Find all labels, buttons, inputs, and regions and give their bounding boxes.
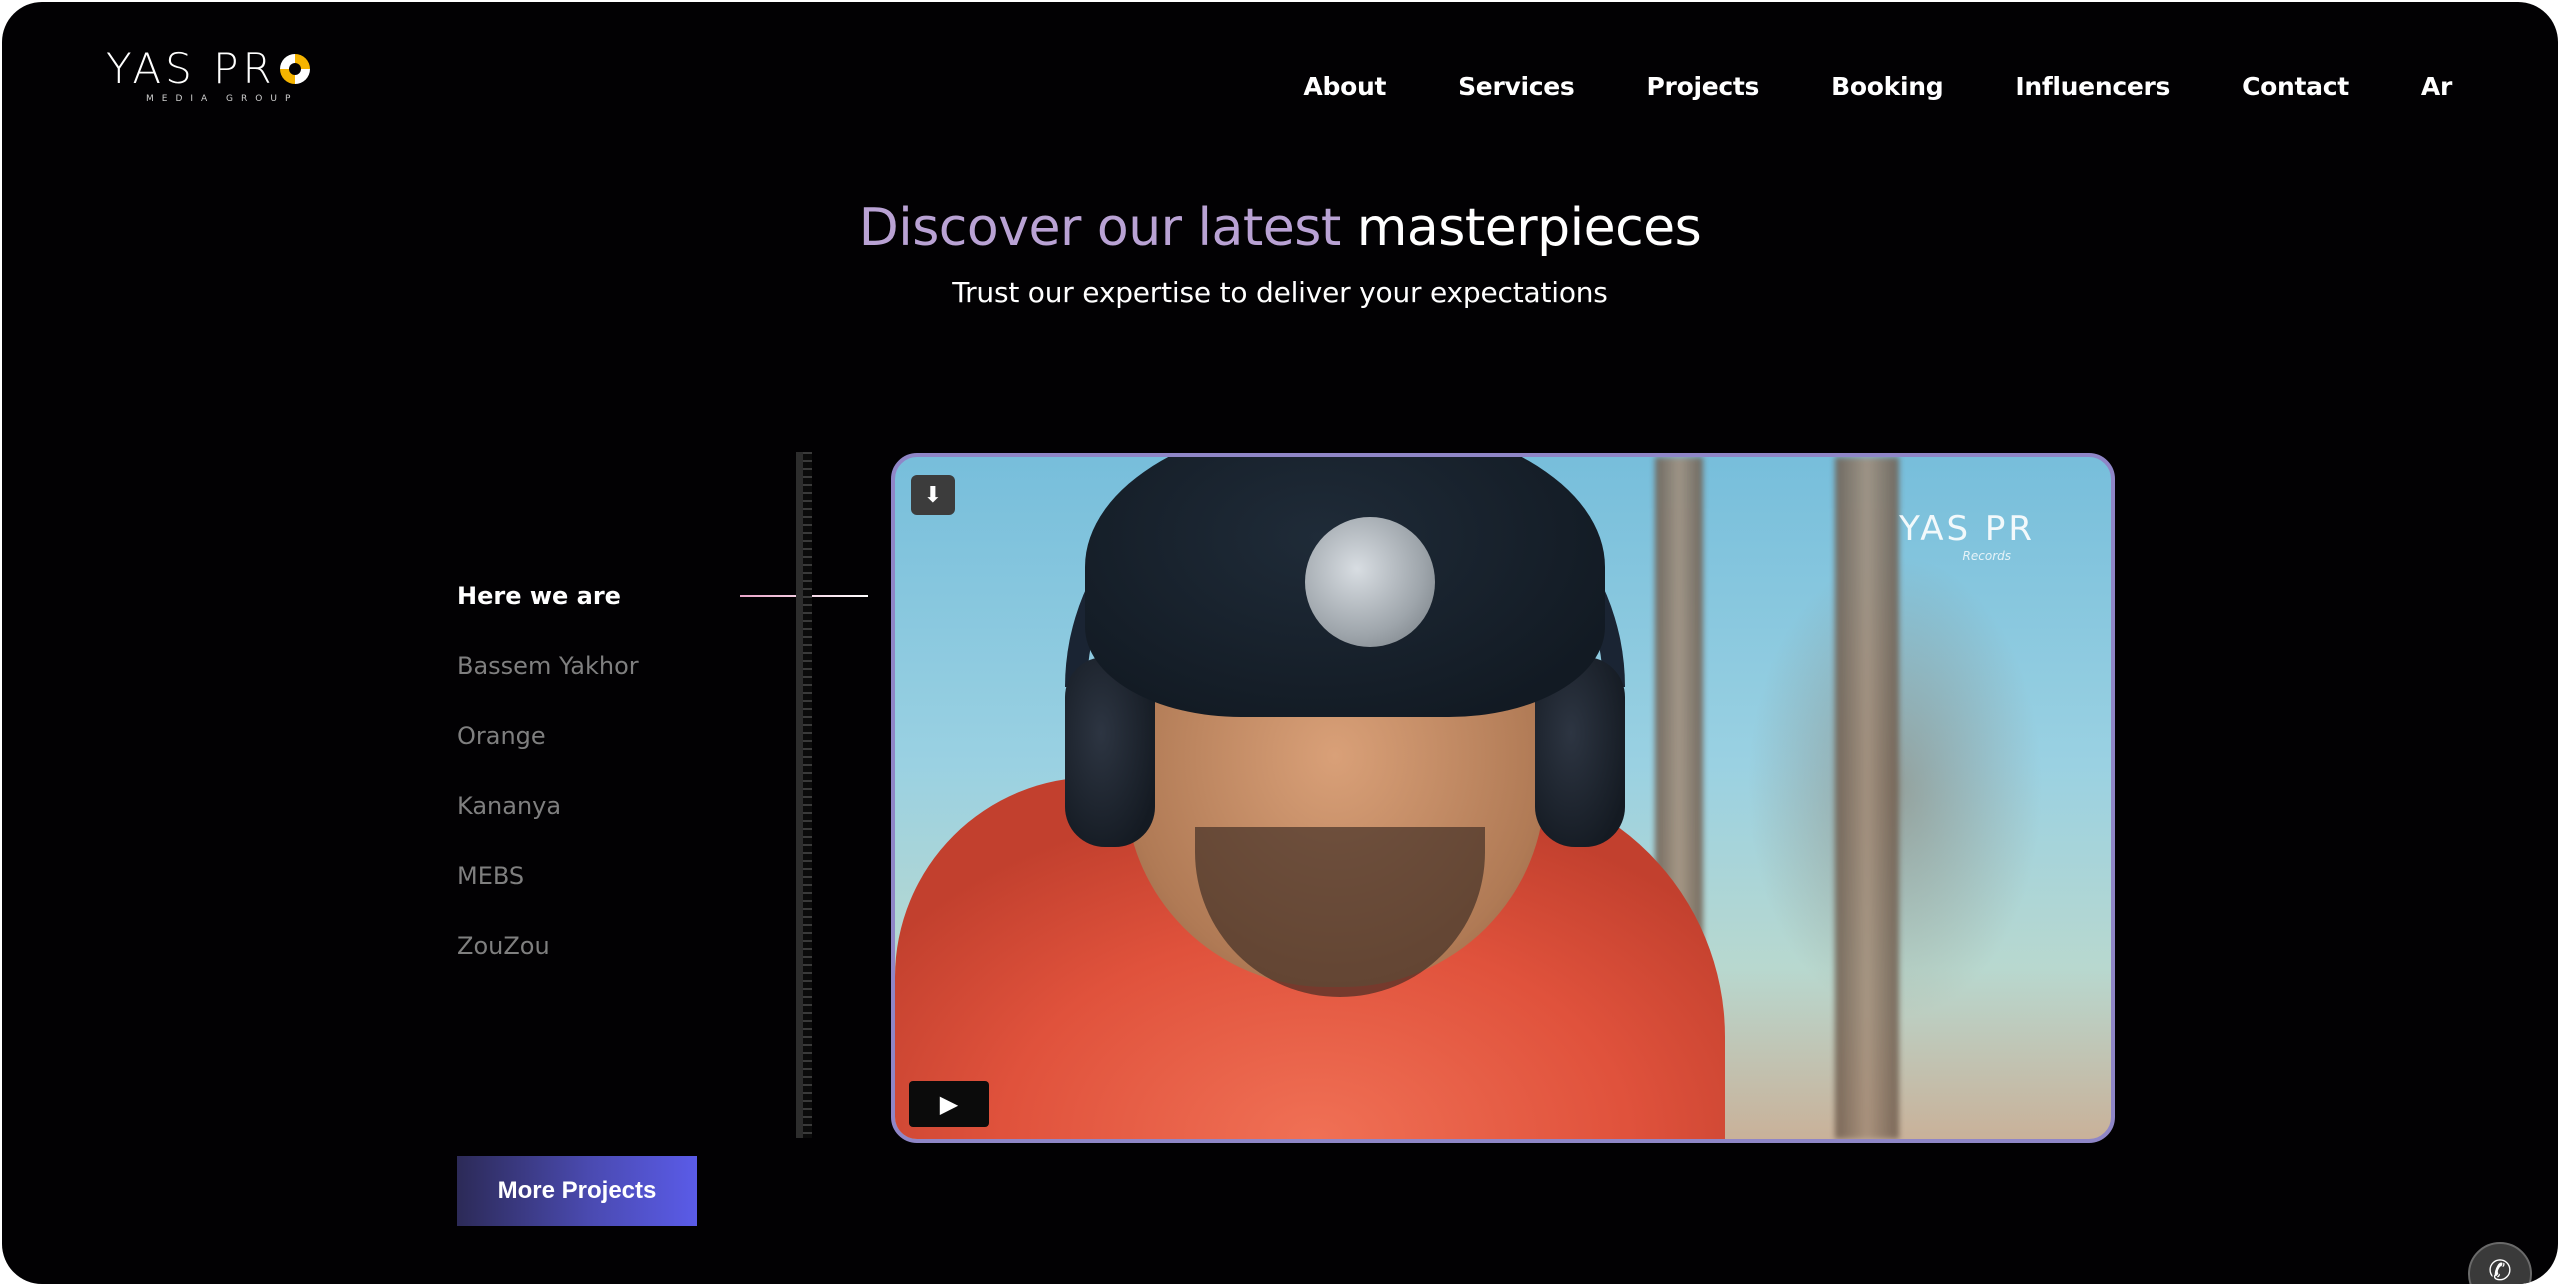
title-accent: Discover our latest bbox=[858, 198, 1342, 258]
download-button[interactable]: ⬇ bbox=[911, 475, 955, 515]
video-scene-palm bbox=[1835, 457, 1899, 1139]
nav-contact[interactable]: Contact bbox=[2242, 72, 2349, 101]
download-icon: ⬇ bbox=[923, 482, 943, 508]
project-item-kananya[interactable]: Kananya bbox=[457, 782, 639, 852]
page-frame: YAS PR MEDIA GROUP About Services Projec… bbox=[2, 2, 2558, 1284]
page-title: Discover our latest masterpieces bbox=[2, 198, 2558, 258]
page-subtitle: Trust our expertise to deliver your expe… bbox=[952, 276, 1608, 309]
project-item-mebs[interactable]: MEBS bbox=[457, 852, 639, 922]
video-watermark-sub: Records bbox=[1962, 549, 2011, 563]
logo-subtitle: MEDIA GROUP bbox=[146, 94, 299, 104]
project-item-orange[interactable]: Orange bbox=[457, 712, 639, 782]
project-item-bassem-yakhor[interactable]: Bassem Yakhor bbox=[457, 642, 639, 712]
aperture-icon bbox=[279, 54, 310, 84]
more-projects-button[interactable]: More Projects bbox=[457, 1156, 697, 1226]
video-scene-cap-badge bbox=[1305, 517, 1435, 647]
video-player[interactable]: YAS PR Records ⬇ ▶ bbox=[891, 453, 2115, 1143]
timeline-ruler[interactable] bbox=[796, 452, 812, 1138]
whatsapp-icon: ✆ bbox=[2488, 1254, 2512, 1284]
project-item-zouzou[interactable]: ZouZou bbox=[457, 922, 639, 992]
nav-projects[interactable]: Projects bbox=[1647, 72, 1760, 101]
nav-about[interactable]: About bbox=[1303, 72, 1386, 101]
nav-services[interactable]: Services bbox=[1458, 72, 1575, 101]
nav-language-ar[interactable]: Ar bbox=[2421, 72, 2452, 101]
title-rest: masterpieces bbox=[1356, 198, 1702, 258]
project-list: Here we are Bassem Yakhor Orange Kananya… bbox=[457, 572, 639, 992]
video-watermark: YAS PR bbox=[1899, 509, 2035, 549]
play-icon: ▶ bbox=[939, 1090, 959, 1118]
main-nav: About Services Projects Booking Influenc… bbox=[1303, 72, 2452, 101]
logo[interactable]: YAS PR MEDIA GROUP bbox=[106, 48, 316, 112]
project-item-here-we-are[interactable]: Here we are bbox=[457, 572, 639, 642]
logo-text: YAS PR bbox=[106, 44, 276, 93]
nav-booking[interactable]: Booking bbox=[1831, 72, 1944, 101]
nav-influencers[interactable]: Influencers bbox=[2015, 72, 2170, 101]
whatsapp-chat-button[interactable]: ✆ bbox=[2468, 1242, 2532, 1284]
play-button[interactable]: ▶ bbox=[909, 1081, 989, 1127]
